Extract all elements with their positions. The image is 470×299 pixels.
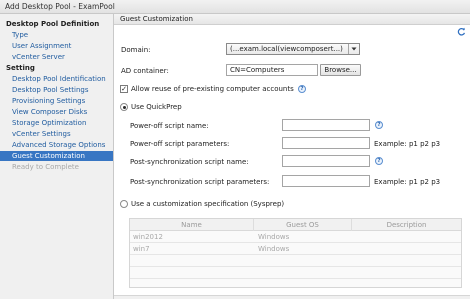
sidebar-item-advanced-storage-options[interactable]: Advanced Storage Options: [0, 140, 113, 150]
table-row[interactable]: win7 Windows: [130, 243, 461, 255]
window-title: Add Desktop Pool - ExamPool: [0, 0, 470, 14]
chevron-down-icon: [348, 44, 359, 54]
main-panel: Guest Customization Domain: (...exam.loc…: [114, 14, 470, 299]
sysprep-radio[interactable]: [120, 200, 128, 208]
ad-container-label: AD container:: [121, 67, 169, 75]
ad-container-input[interactable]: CN=Computers: [226, 64, 318, 76]
postsync-params-example: Example: p1 p2 p3: [374, 178, 441, 186]
quickprep-label: Use QuickPrep: [131, 103, 182, 111]
poweroff-params-input[interactable]: [282, 137, 370, 149]
row-name: win7: [133, 245, 150, 253]
sidebar-item-storage-optimization[interactable]: Storage Optimization: [0, 118, 113, 128]
sidebar-item-view-composer-disks[interactable]: View Composer Disks: [0, 107, 113, 117]
poweroff-params-example: Example: p1 p2 p3: [374, 140, 441, 148]
sidebar-section-desktop-pool-definition: Desktop Pool Definition: [6, 20, 100, 28]
table-row-empty: [130, 255, 461, 267]
domain-label: Domain:: [121, 46, 151, 54]
sidebar-item-vcenter-settings[interactable]: vCenter Settings: [0, 129, 113, 139]
sidebar-item-ready-to-complete: Ready to Complete: [12, 163, 79, 171]
sidebar-item-user-assignment[interactable]: User Assignment: [0, 41, 113, 51]
sidebar-item-guest-customization[interactable]: Guest Customization: [0, 151, 113, 161]
domain-select[interactable]: (...exam.local(viewcomposert...): [226, 43, 360, 55]
help-icon[interactable]: ?: [375, 157, 383, 165]
column-header-description[interactable]: Description: [352, 219, 461, 231]
domain-value: (...exam.local(viewcomposert...): [230, 45, 343, 53]
panel-title: Guest Customization: [114, 14, 470, 25]
sidebar-item-type[interactable]: Type: [0, 30, 113, 40]
postsync-name-label: Post-synchronization script name:: [130, 158, 249, 166]
sidebar-item-desktop-pool-identification[interactable]: Desktop Pool Identification: [0, 74, 113, 84]
column-header-guest-os[interactable]: Guest OS: [254, 219, 352, 231]
poweroff-name-input[interactable]: [282, 119, 370, 131]
sidebar-item-desktop-pool-settings[interactable]: Desktop Pool Settings: [0, 85, 113, 95]
column-header-name[interactable]: Name: [130, 219, 254, 231]
postsync-params-input[interactable]: [282, 175, 370, 187]
sysprep-label: Use a customization specification (Syspr…: [131, 200, 285, 208]
table-row[interactable]: win2012 Windows: [130, 231, 461, 243]
row-name: win2012: [133, 233, 163, 241]
help-icon[interactable]: ?: [375, 121, 383, 129]
table-row-empty: [130, 267, 461, 279]
wizard-sidebar: Desktop Pool Definition Type User Assign…: [0, 14, 114, 299]
row-guest-os: Windows: [258, 233, 290, 241]
table-header: Name Guest OS Description: [130, 219, 461, 231]
browse-button[interactable]: Browse...: [320, 64, 361, 76]
refresh-icon[interactable]: [457, 27, 466, 36]
allow-reuse-label: Allow reuse of pre-existing computer acc…: [131, 85, 294, 93]
sidebar-item-vcenter-server[interactable]: vCenter Server: [0, 52, 113, 62]
allow-reuse-checkbox[interactable]: ✓: [120, 85, 128, 93]
sidebar-item-provisioning-settings[interactable]: Provisioning Settings: [0, 96, 113, 106]
postsync-params-label: Post-synchronization script parameters:: [130, 178, 270, 186]
postsync-name-input[interactable]: [282, 155, 370, 167]
poweroff-name-label: Power-off script name:: [130, 122, 209, 130]
row-guest-os: Windows: [258, 245, 290, 253]
panel-footer: [114, 295, 470, 299]
sidebar-section-setting: Setting: [6, 64, 35, 72]
help-icon[interactable]: ?: [298, 85, 306, 93]
customization-spec-table: Name Guest OS Description win2012 Window…: [129, 218, 462, 288]
quickprep-radio[interactable]: [120, 103, 128, 111]
poweroff-params-label: Power-off script parameters:: [130, 140, 230, 148]
